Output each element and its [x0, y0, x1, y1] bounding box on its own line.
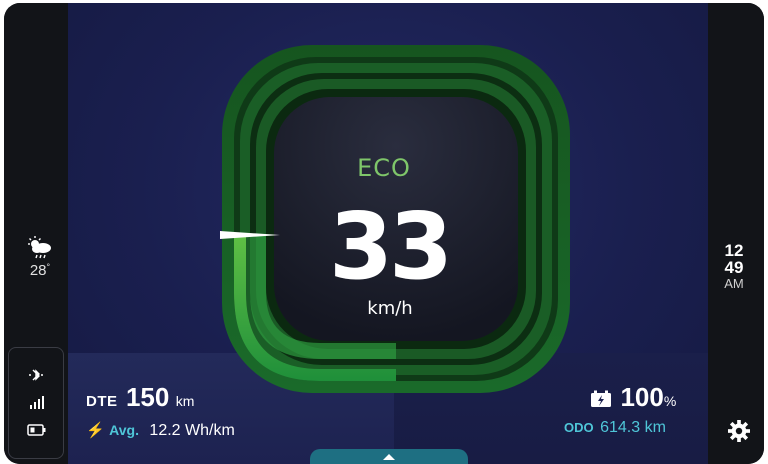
bolt-icon: ⚡ — [86, 422, 105, 439]
range-unit: km — [175, 393, 195, 409]
battery-low-icon — [27, 424, 46, 436]
battery-readout: 100% — [590, 382, 676, 413]
battery-charge-icon — [591, 390, 611, 407]
battery-value: 100 — [620, 382, 664, 412]
bluetooth-icon — [29, 369, 43, 381]
odometer-value: 614.3 km — [600, 419, 666, 436]
drive-mode-label: ECO — [357, 154, 411, 182]
partly-cloudy-rain-icon — [28, 236, 51, 259]
odometer-readout: ODO 614.3 km — [564, 419, 666, 437]
odometer-label: ODO — [564, 420, 594, 435]
range-readout: DTE 150 km — [86, 382, 194, 413]
speed-value: 33 — [328, 193, 453, 300]
gear-icon[interactable] — [728, 420, 750, 442]
weather-widget: 28° — [22, 236, 58, 279]
temperature-text: 28° — [22, 262, 58, 279]
clock-hour: 12 — [724, 241, 744, 260]
range-value: 150 — [125, 382, 170, 412]
efficiency-readout: ⚡ Avg. 12.2 Wh/km — [86, 421, 235, 440]
temperature-value: 28 — [29, 262, 47, 279]
efficiency-label: Avg. — [109, 422, 139, 438]
speed-unit: km/h — [367, 298, 413, 319]
signal-icon — [30, 396, 44, 409]
clock: 12 49 AM — [714, 242, 754, 292]
efficiency-value: 12.2 Wh/km — [149, 422, 235, 439]
clock-minute: 49 — [724, 258, 744, 277]
status-panel[interactable] — [8, 347, 64, 459]
degree-symbol: ° — [46, 262, 51, 272]
battery-unit: % — [663, 393, 677, 409]
clock-ampm: AM — [724, 276, 744, 291]
expand-tab[interactable] — [310, 449, 468, 464]
dashboard-frame: ECO 33 km/h 28° 12 49 AM DTE 150 km ⚡ Av… — [0, 0, 768, 464]
chevron-up-icon — [383, 454, 395, 460]
range-label: DTE — [86, 393, 118, 410]
